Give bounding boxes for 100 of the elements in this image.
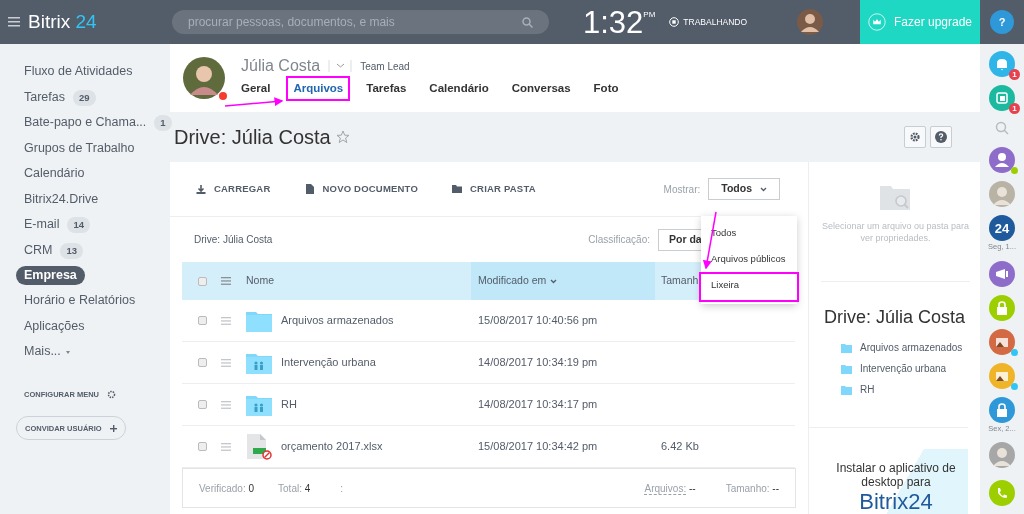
toolbar-button[interactable]: NOVO DOCUMENTO xyxy=(304,181,419,197)
file-name[interactable]: RH xyxy=(281,396,297,413)
document-icon xyxy=(304,184,315,195)
count-badge: 1 xyxy=(154,115,172,132)
lock-icon[interactable] xyxy=(989,396,1015,423)
upload-icon xyxy=(196,184,206,195)
profile-tab[interactable]: Foto xyxy=(588,78,624,100)
folder-link[interactable]: RH xyxy=(860,382,875,398)
sort-label: Classificação: xyxy=(588,233,650,248)
column-header[interactable]: Nome xyxy=(246,273,471,289)
menu-item[interactable]: Lixeira xyxy=(701,274,797,300)
count-badge: 14 xyxy=(67,217,90,234)
help-icon xyxy=(935,130,947,143)
folder-icon xyxy=(841,342,852,353)
files-count: Arquivos: -- xyxy=(644,481,696,496)
filter-dropdown[interactable]: Todos xyxy=(708,178,780,201)
details-title: Drive: Júlia Costa xyxy=(824,306,967,330)
sidebar-item[interactable]: Mais... xyxy=(16,339,80,365)
chat-icon[interactable] xyxy=(989,85,1015,112)
promo-brand: Bitrix24 xyxy=(858,489,934,514)
drag-handle-icon[interactable] xyxy=(221,316,231,325)
settings-button[interactable] xyxy=(904,125,926,148)
user-avatar[interactable] xyxy=(797,9,823,36)
row-checkbox[interactable] xyxy=(198,358,207,368)
total-size: Tamanho: -- xyxy=(725,481,779,496)
row-checkbox[interactable] xyxy=(198,400,207,410)
file-name[interactable]: Arquivos armazenados xyxy=(281,312,394,329)
user-avatar[interactable] xyxy=(989,442,1015,468)
menu-icon[interactable] xyxy=(8,17,20,28)
logo[interactable]: Bitrix 24 xyxy=(28,8,97,37)
total-count: Total: 4 xyxy=(278,481,311,496)
search-icon[interactable] xyxy=(995,121,1009,136)
profile-tab[interactable]: Geral xyxy=(236,78,276,100)
toolbar-button[interactable]: CARREGAR xyxy=(196,181,271,197)
drag-handle-icon[interactable] xyxy=(221,400,231,409)
group-avatar[interactable] xyxy=(989,362,1015,389)
sidebar-item[interactable]: CRM xyxy=(16,238,61,264)
notification-icon[interactable] xyxy=(989,51,1015,78)
sidebar-item[interactable]: Bate-papo e Chama... xyxy=(16,110,155,136)
file-name[interactable]: Intervenção urbana xyxy=(281,354,376,371)
group-avatar[interactable] xyxy=(989,328,1015,355)
star-icon[interactable] xyxy=(335,129,350,144)
lock-icon[interactable] xyxy=(989,294,1015,321)
gear-icon[interactable] xyxy=(107,390,116,400)
user-avatar[interactable] xyxy=(989,181,1015,208)
plus-icon xyxy=(109,424,117,432)
sidebar-item[interactable]: Empresa xyxy=(16,266,85,286)
work-status-button[interactable]: TRABALHANDO xyxy=(663,14,754,30)
folder-link[interactable]: Arquivos armazenados xyxy=(860,340,963,356)
gear-icon xyxy=(909,130,921,143)
folder-icon xyxy=(841,384,852,395)
drag-handle-icon[interactable] xyxy=(221,358,231,367)
notification-badge: 1 xyxy=(1009,103,1020,115)
select-all-checkbox[interactable] xyxy=(198,276,207,286)
help-button[interactable] xyxy=(930,125,952,148)
search-field[interactable]: procurar pessoas, documentos, e mais xyxy=(188,13,522,32)
sidebar-item[interactable]: Horário e Relatórios xyxy=(16,288,144,314)
megaphone-icon[interactable] xyxy=(989,260,1015,287)
brand-logo[interactable]: 24 xyxy=(989,215,1015,242)
sidebar-item[interactable]: Fluxo de Atividades xyxy=(16,59,141,85)
column-header[interactable]: Tamanh xyxy=(661,273,699,289)
profile-tab[interactable]: Arquivos xyxy=(288,78,349,100)
profile-tab[interactable]: Conversas xyxy=(506,78,576,100)
profile-avatar xyxy=(183,57,225,100)
sidebar-item[interactable]: E-mail xyxy=(16,212,68,238)
menu-icon[interactable] xyxy=(221,277,231,286)
profile-tab[interactable]: Tarefas xyxy=(361,78,412,100)
checked-count: Verificado: 0 xyxy=(199,481,255,496)
chevron-down-icon xyxy=(550,278,558,284)
row-checkbox[interactable] xyxy=(198,442,207,452)
profile-tab[interactable]: Calendário xyxy=(424,78,494,100)
sidebar-item[interactable]: Aplicações xyxy=(16,314,93,340)
search-bar[interactable]: procurar pessoas, documentos, e mais xyxy=(172,10,549,35)
menu-item[interactable]: Arquivos públicos xyxy=(701,248,797,274)
chevron-icon[interactable] xyxy=(328,60,353,73)
notification-badge: 1 xyxy=(1009,69,1020,81)
drag-handle-icon[interactable] xyxy=(221,442,231,451)
table-cell-text: 15/08/2017 10:40:56 pm xyxy=(477,313,599,329)
sidebar-item[interactable]: Calendário xyxy=(16,161,93,187)
folder-search-icon xyxy=(879,184,912,213)
toolbar-button[interactable]: CRIAR PASTA xyxy=(452,181,536,197)
call-button[interactable] xyxy=(989,480,1015,506)
stop-icon xyxy=(669,17,680,28)
shared-folder-icon xyxy=(246,351,272,374)
folder-icon xyxy=(246,309,272,332)
sidebar-item[interactable]: Grupos de Trabalho xyxy=(16,136,143,162)
file-name[interactable]: orçamento 2017.xlsx xyxy=(281,438,383,455)
search-icon[interactable] xyxy=(522,16,533,28)
separator-text: : xyxy=(340,481,344,496)
shared-folder-icon xyxy=(246,393,272,416)
row-checkbox[interactable] xyxy=(198,316,207,326)
promo-text: Instalar o aplicativo de desktop para xyxy=(835,461,957,490)
sidebar-item[interactable]: Tarefas xyxy=(16,85,73,111)
show-label: Mostrar: xyxy=(663,182,701,197)
column-header[interactable]: Modificado em xyxy=(471,262,655,301)
sidebar-item[interactable]: Bitrix24.Drive xyxy=(16,187,107,213)
user-avatar[interactable] xyxy=(989,147,1015,174)
folder-link[interactable]: Intervenção urbana xyxy=(860,361,947,377)
breadcrumb-text: Drive: Júlia Costa xyxy=(194,233,273,248)
profile-name: Júlia Costa xyxy=(241,57,321,76)
